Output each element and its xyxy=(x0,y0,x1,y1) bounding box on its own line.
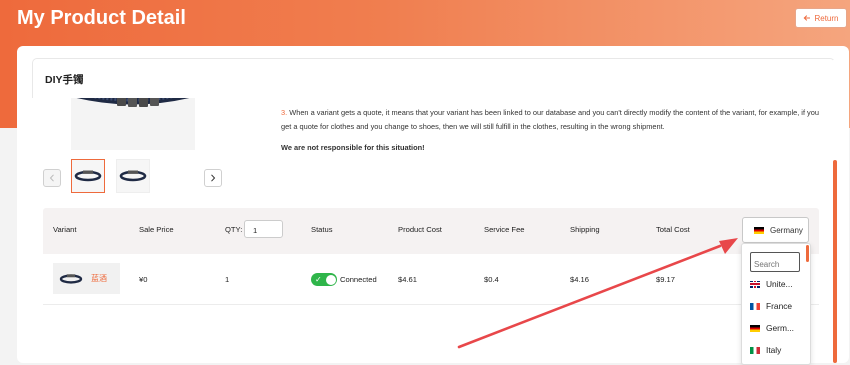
arrow-left-icon xyxy=(804,15,811,21)
italy-flag-icon xyxy=(750,346,760,354)
dropdown-scrollbar-thumb[interactable] xyxy=(806,245,809,262)
product-main-image xyxy=(71,98,195,150)
header-qty: QTY: xyxy=(225,225,243,234)
product-name-bar: DIY手镯 xyxy=(32,58,835,98)
product-name: DIY手镯 xyxy=(45,74,84,86)
uk-flag-icon xyxy=(750,280,760,288)
variant-name[interactable]: 蓝酒 xyxy=(91,273,107,284)
bracelet-thumbnail-icon xyxy=(59,273,83,284)
chevron-right-icon xyxy=(211,174,216,182)
return-button[interactable]: Return xyxy=(795,8,847,28)
product-cost-value: $4.61 xyxy=(398,275,418,284)
qty-value: 1 xyxy=(225,275,230,284)
disclaimer-text: We are not responsible for this situatio… xyxy=(281,143,425,152)
variant-table-header: Variant Sale Price QTY: Status Product C… xyxy=(43,208,819,254)
toggle-knob xyxy=(325,274,336,285)
note-text: When a variant gets a quote, it means th… xyxy=(281,108,819,131)
header-sale-price: Sale Price xyxy=(139,225,174,234)
country-option-germany[interactable]: Germ... xyxy=(750,323,794,333)
bracelet-thumbnail-icon xyxy=(119,170,147,182)
country-option-italy[interactable]: Italy xyxy=(750,345,781,355)
variant-notes: 3. When a variant gets a quote, it means… xyxy=(281,106,821,155)
bracelet-thumbnail-icon xyxy=(74,170,102,182)
header-status: Status xyxy=(311,225,333,234)
gallery-next-button[interactable] xyxy=(204,169,222,187)
product-detail-card: DIY手镯 3. When a variant gets a quote, it… xyxy=(17,46,849,363)
country-option-united[interactable]: Unite... xyxy=(750,279,793,289)
country-option-label: Italy xyxy=(766,345,782,355)
shipping-value: $4.16 xyxy=(570,275,590,284)
country-select-value: Germany xyxy=(770,225,803,235)
germany-flag-icon xyxy=(750,324,760,332)
gallery-thumbnail[interactable] xyxy=(116,159,150,193)
variant-cell: 蓝酒 xyxy=(53,263,120,294)
check-icon: ✓ xyxy=(315,275,322,284)
note-item-3: 3. When a variant gets a quote, it means… xyxy=(281,106,821,134)
france-flag-icon xyxy=(750,302,760,310)
country-option-france[interactable]: France xyxy=(750,301,792,311)
total-cost-value: $9.17 xyxy=(656,275,676,284)
status-toggle[interactable]: ✓ xyxy=(311,273,337,286)
gallery-prev-button[interactable] xyxy=(43,169,61,187)
header-shipping: Shipping xyxy=(570,225,600,234)
chevron-left-icon xyxy=(49,174,54,182)
header-product-cost: Product Cost xyxy=(398,225,442,234)
country-search-input[interactable] xyxy=(750,252,800,272)
header-service-fee: Service Fee xyxy=(484,225,525,234)
country-select[interactable]: Germany xyxy=(742,217,809,243)
header-variant: Variant xyxy=(53,225,77,234)
gallery-thumbnail-selected[interactable] xyxy=(71,159,105,193)
page-title: My Product Detail xyxy=(17,7,186,29)
status-label: Connected xyxy=(340,275,377,284)
germany-flag-icon xyxy=(754,226,764,234)
page-scrollbar-thumb[interactable] xyxy=(833,160,837,363)
country-option-label: France xyxy=(766,301,793,311)
service-fee-value: $0.4 xyxy=(484,275,499,284)
header-total-cost: Total Cost xyxy=(656,225,690,234)
country-option-label: Unite... xyxy=(766,279,793,289)
country-option-label: Germ... xyxy=(766,323,794,333)
qty-input[interactable] xyxy=(244,220,283,238)
country-dropdown: Unite... France Germ... Italy xyxy=(741,243,811,365)
sale-price-value: ¥0 xyxy=(139,275,148,284)
table-row: 蓝酒 ¥0 1 ✓ Connected $4.61 $0.4 $4.16 $9.… xyxy=(43,254,819,305)
note-number: 3. xyxy=(281,108,288,117)
return-button-label: Return xyxy=(814,13,839,23)
